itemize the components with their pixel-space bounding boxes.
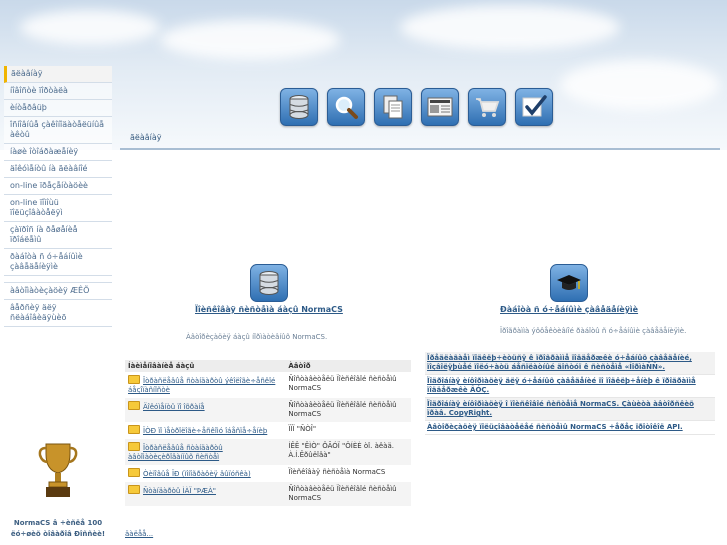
table-row-link[interactable]: Òèïîâûå ÏÐ (ìîíîãðàôèÿ âûïóñêà): [143, 470, 251, 478]
documents-icon[interactable]: [374, 88, 412, 126]
database-icon[interactable]: [250, 264, 288, 302]
search-system-description: Àâòîðèçàöèÿ áàçû íîðìàòèâíûõ NormaCS.: [186, 333, 328, 341]
table-row: Îòðàñëåâûå ñòàíäàðòû àâòîìàòèçèðîâàííûõ …: [125, 439, 411, 465]
icon-toolbar: [280, 88, 553, 126]
folder-icon: [128, 375, 140, 384]
table-row-author: Ïîèñêîâàÿ ñèñòåìà NormaCS: [288, 468, 386, 476]
sidebar-item-presentations[interactable]: on-line ïðåçåíòàöèè: [4, 178, 112, 195]
table-row-author: Ñîñòàâèòåëü Ïîèñêîâîé ñèñòåìû NormaCS: [288, 375, 397, 392]
table-row-link[interactable]: ÏÒÐ ïî ìåòðîëîãè÷åñêîìó îáåñïå÷åíèþ: [143, 427, 267, 435]
sidebar-item-accessibility[interactable]: âåðñèÿ äëÿ ñëàáîâèäÿùèõ: [4, 300, 112, 327]
more-link[interactable]: äàëåå...: [125, 530, 153, 538]
folder-icon: [128, 425, 140, 434]
table-row: Òèïîâûå ÏÐ (ìîíîãðàôèÿ âûïóñêà) Ïîèñêîâà…: [125, 465, 411, 482]
education-links: Ïðåäëàãàåì ïîäêëþ÷èòüñÿ ê ïðîãðàììå ïîää…: [425, 352, 715, 435]
sidebar-item-help[interactable]: on-line ïîìîùü ïîëüçîâàòåëÿì: [4, 195, 112, 222]
trophy-icon: [38, 440, 78, 500]
column-header-author: Àâòîð: [285, 360, 411, 372]
education-link[interactable]: Ïðåäëàãàåì ïîäêëþ÷èòüñÿ ê ïðîãðàììå ïîää…: [425, 352, 715, 375]
table-row-author: ÏÏÏ "ÑÒÎ": [288, 425, 317, 433]
column-header-name: Íàèìåíîâàíèå áàçû: [125, 360, 286, 372]
newspaper-icon[interactable]: [421, 88, 459, 126]
folder-icon: [128, 401, 140, 410]
checkmark-icon[interactable]: [515, 88, 553, 126]
sidebar-item-displays[interactable]: íàøè îòîáðàæåíèÿ: [4, 144, 112, 161]
table-row: ÏÒÐ ïî ìåòðîëîãè÷åñêîìó îáåñïå÷åíèþ ÏÏÏ …: [125, 422, 411, 439]
shopping-cart-icon[interactable]: [468, 88, 506, 126]
sidebar-item-interview[interactable]: èíòåðâüþ: [4, 100, 112, 117]
education-link[interactable]: Ïîäðîáíàÿ èíôîðìàöèÿ äëÿ ó÷åáíûõ çàâåäåí…: [425, 375, 715, 398]
folder-icon: [128, 485, 140, 494]
sidebar-item-education[interactable]: ðàáîòà ñ ó÷åáíûìè çàâåäåíèÿìè: [4, 249, 112, 276]
table-row-author: Ñîñòàâèòåëü Ïîèñêîâîé ñèñòåìû NormaCS: [285, 482, 411, 506]
education-link[interactable]: Àâòîðèçàöèÿ ïîëüçîâàòåëåé ñèñòåìû NormaC…: [425, 421, 715, 435]
folder-icon: [128, 468, 140, 477]
table-row-link[interactable]: Ñòàíäàðòû ÌÀÏ "ÞÆÀ": [143, 487, 216, 495]
breadcrumb[interactable]: ãëàâíàÿ: [130, 133, 162, 142]
sidebar-item-documents[interactable]: äîêóìåíòû íà ãëàâíîé: [4, 161, 112, 178]
sidebar-item-automation[interactable]: àâòîìàòèçàöèÿ ÆÊÕ: [4, 282, 112, 300]
search-icon[interactable]: [327, 88, 365, 126]
folder-icon: [128, 442, 140, 451]
sidebar-item-legislation[interactable]: îñíîâíûå çàêîíîäàòåëüíûå àêòû: [4, 117, 112, 144]
search-system-title[interactable]: Ïîèñêîâàÿ ñèñòåìà áàçû NormaCS: [195, 305, 343, 314]
table-row-link[interactable]: Îòðàñëåâûå ñòàíäàðòû àâòîìàòèçèðîâàííûõ …: [128, 444, 223, 461]
trophy-caption[interactable]: NormaCS â ÷èñëå 100 ëó÷øèõ òîâàðîâ Ðîññè…: [2, 518, 114, 540]
education-title[interactable]: Ðàáîòà ñ ó÷åáíûìè çàâåäåíèÿìè: [500, 305, 638, 314]
sidebar-item-home[interactable]: ãëàâíàÿ: [4, 66, 112, 83]
table-row: Ñòàíäàðòû ÌÀÏ "ÞÆÀ" Ñîñòàâèòåëü Ïîèñêîâî…: [125, 482, 411, 506]
graduation-cap-icon[interactable]: [550, 264, 588, 302]
database-table: Íàèìåíîâàíèå áàçû Àâòîð Îòðàñëåâûå ñòàíä…: [125, 360, 411, 506]
table-row: Äîêóìåíòû ïî îõðàíå Ñîñòàâèòåëü Ïîèñêîâî…: [125, 398, 411, 422]
table-row-link[interactable]: Äîêóìåíòû ïî îõðàíå: [143, 403, 205, 411]
table-row: Îòðàñëåâûå ñòàíäàðòû ýêîëîãè÷åñêîé áåçîï…: [125, 372, 411, 398]
education-description: Ïðîãðàììà ýôôåêòèâíîé ðàáîòû ñ ó÷åáíûìè …: [500, 327, 687, 335]
sidebar-item-news[interactable]: íîâîñòè ïîðòàëà: [4, 83, 112, 100]
sidebar-menu: ãëàâíàÿ íîâîñòè ïîðòàëà èíòåðâüþ îñíîâíû…: [4, 66, 112, 327]
table-row-link[interactable]: Îòðàñëåâûå ñòàíäàðòû ýêîëîãè÷åñêîé áåçîï…: [128, 377, 275, 394]
table-row-author: ÍÊÊ "ÊÌÒ" ÔÃÓÏ "ÖÍÈÈ òî. àêàä. À.Í.Êðûëî…: [285, 439, 411, 465]
header-divider: [120, 148, 720, 150]
database-icon[interactable]: [280, 88, 318, 126]
table-row-author: Ñîñòàâèòåëü Ïîèñêîâîé ñèñòåìû NormaCS: [285, 398, 411, 422]
education-link[interactable]: Ïîäðîáíàÿ èíôîðìàöèÿ î ïîèñêîâîé ñèñòåìå…: [425, 398, 715, 421]
sidebar-item-request[interactable]: çàïðîñ íà ðåøåíèå ïðîáëåìû: [4, 222, 112, 249]
